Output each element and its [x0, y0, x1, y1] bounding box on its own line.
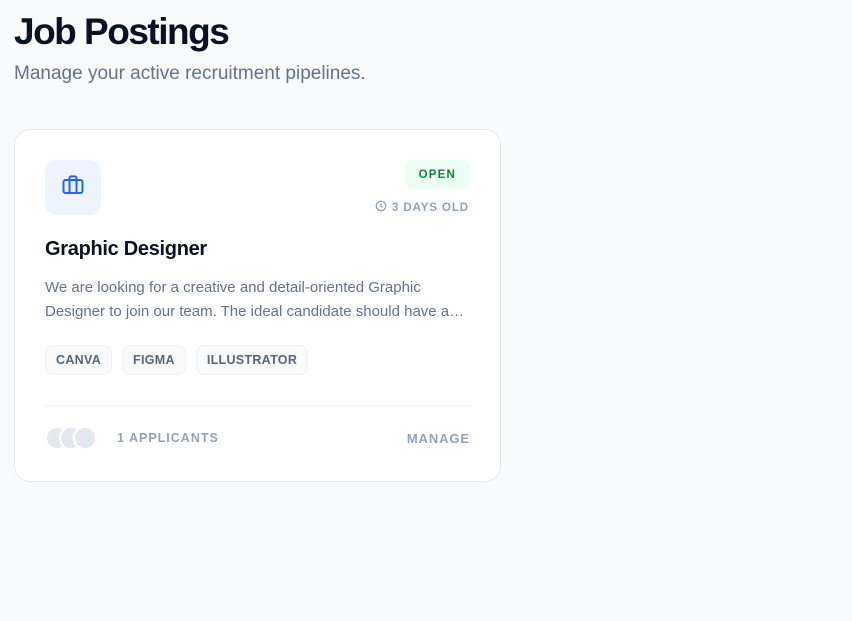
- skill-tag: ILLUSTRATOR: [195, 345, 309, 375]
- skill-tag: FIGMA: [122, 345, 186, 375]
- avatar: [73, 426, 97, 450]
- job-card[interactable]: OPEN 3 DAYS OLD Graphic Designer We are …: [14, 129, 501, 482]
- page-subtitle: Manage your active recruitment pipelines…: [14, 63, 366, 84]
- job-icon-box: [45, 160, 101, 215]
- posting-age-label: 3 DAYS OLD: [392, 201, 469, 214]
- skill-tags: CANVA FIGMA ILLUSTRATOR: [45, 345, 309, 375]
- briefcase-icon: [61, 173, 85, 202]
- manage-button[interactable]: MANAGE: [407, 431, 470, 446]
- applicants: 1 APPLICANTS: [45, 426, 219, 450]
- card-footer: 1 APPLICANTS MANAGE: [45, 426, 470, 450]
- job-title[interactable]: Graphic Designer: [45, 238, 207, 261]
- avatar-stack: [45, 426, 101, 450]
- page-title: Job Postings: [14, 11, 230, 52]
- clock-icon: [375, 200, 387, 215]
- applicants-count: 1 APPLICANTS: [117, 431, 219, 445]
- posting-age: 3 DAYS OLD: [375, 200, 469, 215]
- skill-tag: CANVA: [45, 345, 113, 375]
- status-badge: OPEN: [404, 160, 470, 189]
- card-divider: [45, 405, 470, 406]
- job-description: We are looking for a creative and detail…: [45, 279, 450, 320]
- page: Job Postings Manage your active recruitm…: [0, 0, 852, 621]
